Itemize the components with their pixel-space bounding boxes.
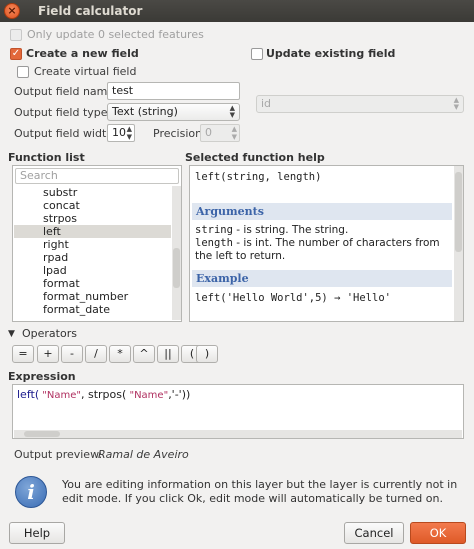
scrollbar-thumb[interactable] <box>24 431 60 437</box>
info-message: You are editing information on this laye… <box>62 478 458 505</box>
operator-multiply-button[interactable]: * <box>109 345 131 363</box>
output-field-name-input[interactable]: test <box>107 82 240 100</box>
operator-close-paren-button[interactable]: ) <box>196 345 218 363</box>
chevron-updown-icon: ▲ ▼ <box>229 104 235 119</box>
create-new-field-label: Create a new field <box>26 47 139 60</box>
help-arguments-heading: Arguments <box>192 203 452 220</box>
expression-fn: left( <box>17 388 40 401</box>
create-virtual-field-checkbox[interactable] <box>17 66 29 78</box>
only-update-selected-label: Only update 0 selected features <box>27 28 204 41</box>
ok-button[interactable]: OK <box>410 522 466 544</box>
scrollbar-thumb[interactable] <box>173 248 180 288</box>
help-scrollbar[interactable] <box>454 166 463 321</box>
help-signature: left(string, length) <box>195 171 322 183</box>
output-field-width-value: 10 <box>112 126 126 139</box>
function-item[interactable]: format_date <box>43 303 110 316</box>
operator-concat-button[interactable]: || <box>157 345 179 363</box>
function-help-panel: left(string, length) Arguments string - … <box>189 165 464 322</box>
operator-power-button[interactable]: ^ <box>133 345 155 363</box>
update-existing-field-label: Update existing field <box>266 47 396 60</box>
existing-field-value: id <box>261 97 272 110</box>
collapse-triangle-icon[interactable]: ▼ <box>8 329 15 339</box>
expression-editor[interactable]: left( "Name", strpos( "Name",'-')) <box>12 384 464 439</box>
help-button[interactable]: Help <box>9 522 65 544</box>
precision-input[interactable]: 0 ▲ ▼ <box>200 124 240 142</box>
output-field-type-select[interactable]: Text (string) ▲ ▼ <box>107 103 240 121</box>
help-arg2-name: length <box>195 237 233 249</box>
output-preview-label: Output preview: <box>14 448 103 461</box>
precision-label: Precision <box>153 127 203 140</box>
expression-tail: ,'-')) <box>168 388 191 401</box>
close-icon[interactable]: × <box>4 3 20 19</box>
create-new-field-checkbox[interactable]: ✓ <box>10 48 22 60</box>
expression-title: Expression <box>8 370 76 383</box>
operator-divide-button[interactable]: / <box>85 345 107 363</box>
function-help-title: Selected function help <box>185 151 325 164</box>
help-example: left('Hello World',5) → 'Hello' <box>195 292 391 304</box>
output-field-width-input[interactable]: 10 ▲ ▼ <box>107 124 135 142</box>
expression-mid: , strpos( <box>81 388 127 401</box>
help-example-heading: Example <box>192 270 452 287</box>
function-item[interactable]: right <box>43 238 69 251</box>
title-bar: × Field calculator <box>0 0 474 22</box>
operator-minus-button[interactable]: - <box>61 345 83 363</box>
help-arg1-name: string <box>195 224 233 236</box>
function-list-scrollbar[interactable] <box>172 186 181 320</box>
function-item-selected[interactable]: left <box>14 225 171 238</box>
function-item[interactable]: format <box>43 277 80 290</box>
scrollbar-thumb[interactable] <box>455 172 462 252</box>
cancel-button[interactable]: Cancel <box>344 522 404 544</box>
operator-equals-button[interactable]: = <box>12 345 34 363</box>
function-item[interactable]: lpad <box>43 264 67 277</box>
expression-string: "Name" <box>39 390 81 401</box>
function-item[interactable]: strpos <box>43 212 77 225</box>
only-update-selected-checkbox[interactable] <box>10 29 22 41</box>
existing-field-select[interactable]: id ▲ ▼ <box>256 95 464 113</box>
function-item[interactable]: concat <box>43 199 80 212</box>
output-preview-value: Ramal de Aveiro <box>98 448 189 461</box>
window-title: Field calculator <box>38 4 143 18</box>
chevron-updown-icon: ▲ ▼ <box>453 96 459 111</box>
function-item[interactable]: format_number <box>43 290 128 303</box>
expression-string: "Name" <box>126 390 169 401</box>
update-existing-field-checkbox[interactable] <box>251 48 263 60</box>
output-field-type-value: Text (string) <box>112 105 178 118</box>
output-field-name-label: Output field name <box>14 85 115 98</box>
help-arguments: string - is string. The string. length -… <box>195 224 450 263</box>
output-field-type-label: Output field type <box>14 106 108 119</box>
spin-arrows-icon[interactable]: ▲ ▼ <box>232 125 237 141</box>
operator-plus-button[interactable]: + <box>37 345 59 363</box>
function-search-input[interactable]: Search <box>15 168 179 184</box>
info-icon: i <box>15 476 47 508</box>
expression-text[interactable]: left( "Name", strpos( "Name",'-')) <box>17 388 190 401</box>
function-list-title: Function list <box>8 151 85 164</box>
function-item[interactable]: substr <box>43 186 77 199</box>
operators-title: Operators <box>22 327 77 340</box>
function-list: substr concat strpos left right rpad lpa… <box>13 186 171 321</box>
function-list-panel: Search substr concat strpos left right r… <box>12 165 182 322</box>
create-virtual-field-label: Create virtual field <box>34 65 137 78</box>
help-arg1-desc: - is string. The string. <box>232 224 349 236</box>
spin-arrows-icon[interactable]: ▲ ▼ <box>127 125 132 141</box>
precision-value: 0 <box>205 126 212 139</box>
expression-hscrollbar[interactable] <box>14 430 462 438</box>
output-field-width-label: Output field width <box>14 127 114 140</box>
function-item[interactable]: rpad <box>43 251 68 264</box>
